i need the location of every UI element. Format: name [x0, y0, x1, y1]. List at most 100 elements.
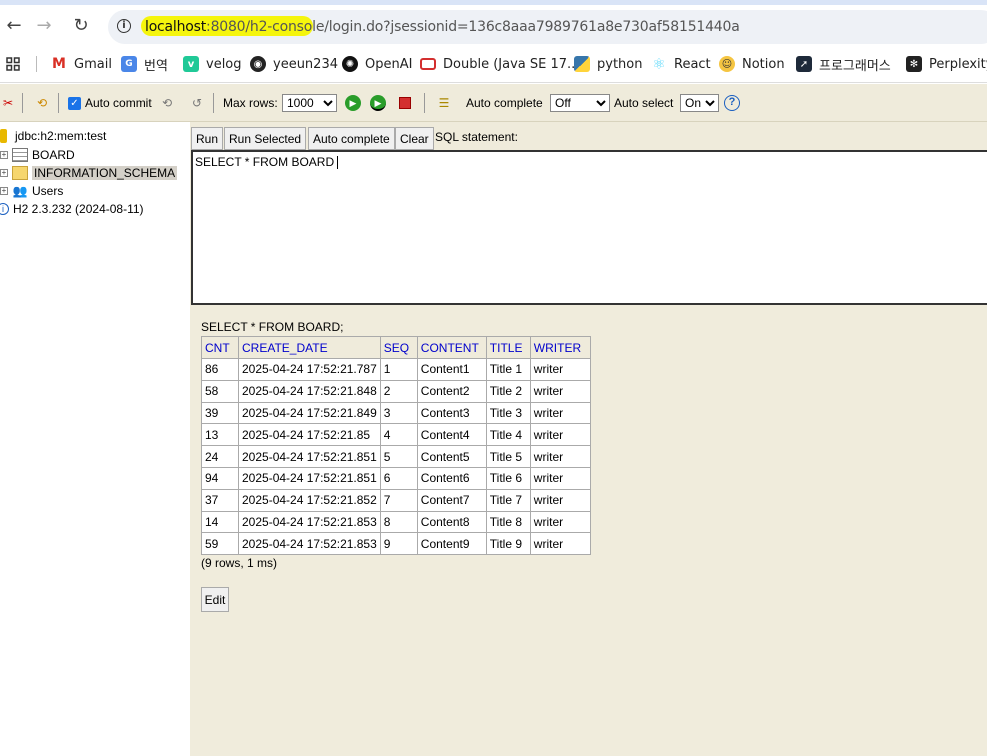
table-cell: 3: [379, 401, 418, 425]
auto-commit-checkbox[interactable]: ✓: [68, 96, 81, 110]
run-selected-button[interactable]: Run Selected: [224, 127, 307, 150]
tree-item-information-schema[interactable]: + INFORMATION_SCHEMA: [0, 164, 178, 182]
table-row: 59 2025-04-24 17:52:21.853 9 Content9 Title …: [201, 532, 591, 556]
table-cell: 1: [379, 358, 418, 381]
site-info-icon[interactable]: i: [117, 19, 131, 33]
bookmark-python[interactable]: python: [574, 54, 642, 74]
tree-version: i H2 2.3.232 (2024-08-11): [0, 200, 144, 218]
column-header[interactable]: TITLE: [485, 336, 531, 359]
run-button[interactable]: Run: [191, 127, 224, 150]
h2-toolbar: ✂ ⟲ ✓ Auto commit ⟲ ↺ Max rows: 1000 ▶ ▶…: [0, 84, 987, 122]
clear-button[interactable]: Clear: [395, 127, 434, 150]
table-cell: 2025-04-24 17:52:21.853: [238, 532, 381, 556]
tree-item-board[interactable]: + BOARD: [0, 146, 75, 164]
result-pane: SELECT * FROM BOARD; CNT CREATE_DATE SEQ…: [190, 310, 987, 756]
auto-complete-select[interactable]: Off: [550, 94, 610, 112]
bookmark-github[interactable]: ◉ yeeun234: [250, 54, 338, 74]
history-icon[interactable]: ☰: [436, 95, 452, 111]
table-cell: 2025-04-24 17:52:21.853: [238, 510, 381, 534]
max-rows-select[interactable]: 1000: [282, 94, 337, 112]
column-header[interactable]: WRITER: [529, 336, 591, 359]
auto-complete-label: Auto complete: [466, 96, 543, 110]
disconnect-icon[interactable]: ✂: [0, 95, 16, 111]
bookmark-translate[interactable]: G 번역: [121, 54, 168, 74]
table-cell: 9: [379, 532, 418, 556]
back-icon[interactable]: ←: [0, 11, 28, 39]
bookmark-label: velog: [206, 56, 242, 72]
oracle-icon: [420, 58, 436, 70]
forward-icon[interactable]: →: [30, 11, 58, 39]
refresh-icon[interactable]: ⟲: [34, 95, 50, 111]
column-header[interactable]: SEQ: [379, 336, 418, 359]
auto-complete-button[interactable]: Auto complete: [308, 127, 395, 150]
bookmarks-divider: [36, 56, 37, 72]
bookmark-label: Notion: [742, 56, 785, 72]
reload-icon[interactable]: ↻: [67, 11, 95, 39]
database-icon: [0, 129, 7, 143]
table-cell: writer: [529, 510, 591, 534]
text-caret: [337, 156, 339, 170]
table-cell: Content9: [416, 532, 487, 556]
run-icon[interactable]: ▶: [345, 95, 361, 111]
table-cell: writer: [529, 488, 591, 512]
url-host: localhost: [145, 19, 207, 35]
sql-statement-label: SQL statement:: [435, 130, 518, 144]
react-icon: ⚛: [652, 55, 666, 73]
bookmark-label: Gmail: [74, 56, 112, 72]
bookmark-gmail[interactable]: M Gmail: [51, 54, 112, 74]
auto-commit-toggle[interactable]: ✓ Auto commit: [68, 96, 152, 110]
table-cell: 4: [379, 423, 418, 447]
rollback-icon[interactable]: ⟲: [159, 95, 175, 111]
bookmark-programmers[interactable]: ➚ 프로그래머스: [796, 54, 891, 74]
bookmark-react[interactable]: ⚛ React: [651, 54, 710, 74]
run-selected-icon[interactable]: ▶: [370, 95, 386, 111]
bookmark-velog[interactable]: v velog: [183, 54, 242, 74]
bookmark-notion[interactable]: ☺ Notion: [719, 54, 785, 74]
table-icon: [12, 148, 28, 162]
table-row: 14 2025-04-24 17:52:21.853 8 Content8 Title …: [201, 510, 591, 534]
tree-item-label: Users: [32, 184, 64, 198]
bookmark-label: 번역: [144, 58, 168, 74]
expand-icon[interactable]: +: [0, 151, 8, 159]
table-cell: Content4: [416, 423, 487, 447]
tree-connection[interactable]: jdbc:h2:mem:test: [0, 127, 106, 145]
expand-icon[interactable]: +: [0, 187, 8, 195]
sql-editor[interactable]: SELECT * FROM BOARD: [191, 150, 987, 305]
help-icon[interactable]: ?: [724, 95, 740, 111]
address-bar[interactable]: i localhost:8080/h2-console/login.do?jse…: [108, 10, 987, 44]
column-header[interactable]: CONTENT: [416, 336, 487, 359]
table-cell: Title 3: [485, 401, 531, 425]
table-cell: Content1: [416, 358, 487, 381]
table-cell: 13: [201, 423, 239, 447]
bookmark-label: python: [597, 56, 643, 72]
table-cell: Title 1: [485, 358, 531, 381]
bookmark-openai[interactable]: ✺ OpenAI: [342, 54, 412, 74]
table-cell: Content2: [416, 379, 487, 403]
table-cell: Content6: [416, 466, 487, 490]
folder-icon: [12, 166, 28, 180]
table-cell: 2: [379, 379, 418, 403]
bookmark-label: yeeun234: [273, 56, 338, 72]
row-count: (9 rows, 1 ms): [201, 556, 278, 570]
notion-icon: ☺: [719, 56, 735, 72]
commit-icon[interactable]: ↺: [189, 95, 205, 111]
apps-grid-icon[interactable]: [6, 54, 20, 74]
tree-item-users[interactable]: + 👥 Users: [0, 182, 63, 200]
edit-button[interactable]: Edit: [201, 587, 229, 612]
bookmark-oracle[interactable]: Double (Java SE 17...: [420, 54, 579, 74]
bookmark-perplexity[interactable]: ✻ Perplexity: [906, 54, 987, 74]
table-cell: 7: [379, 488, 418, 512]
url-text[interactable]: localhost:8080/h2-console/login.do?jsess…: [145, 19, 740, 35]
expand-icon[interactable]: +: [0, 169, 8, 177]
table-cell: 2025-04-24 17:52:21.85: [238, 423, 381, 447]
column-header[interactable]: CNT: [201, 336, 239, 359]
url-rest: /login.do?jsessionid=136c8aaa7989761a8e7…: [324, 19, 740, 35]
main-panel: Run Run Selected Auto complete Clear SQL…: [190, 122, 987, 756]
table-row: 13 2025-04-24 17:52:21.85 4 Content4 Title 4…: [201, 423, 591, 447]
stop-icon[interactable]: [397, 95, 413, 111]
table-cell: writer: [529, 423, 591, 447]
column-header[interactable]: CREATE_DATE: [238, 336, 381, 359]
table-cell: 6: [379, 466, 418, 490]
auto-select-select[interactable]: On: [680, 94, 719, 112]
table-cell: 2025-04-24 17:52:21.849: [238, 401, 381, 425]
